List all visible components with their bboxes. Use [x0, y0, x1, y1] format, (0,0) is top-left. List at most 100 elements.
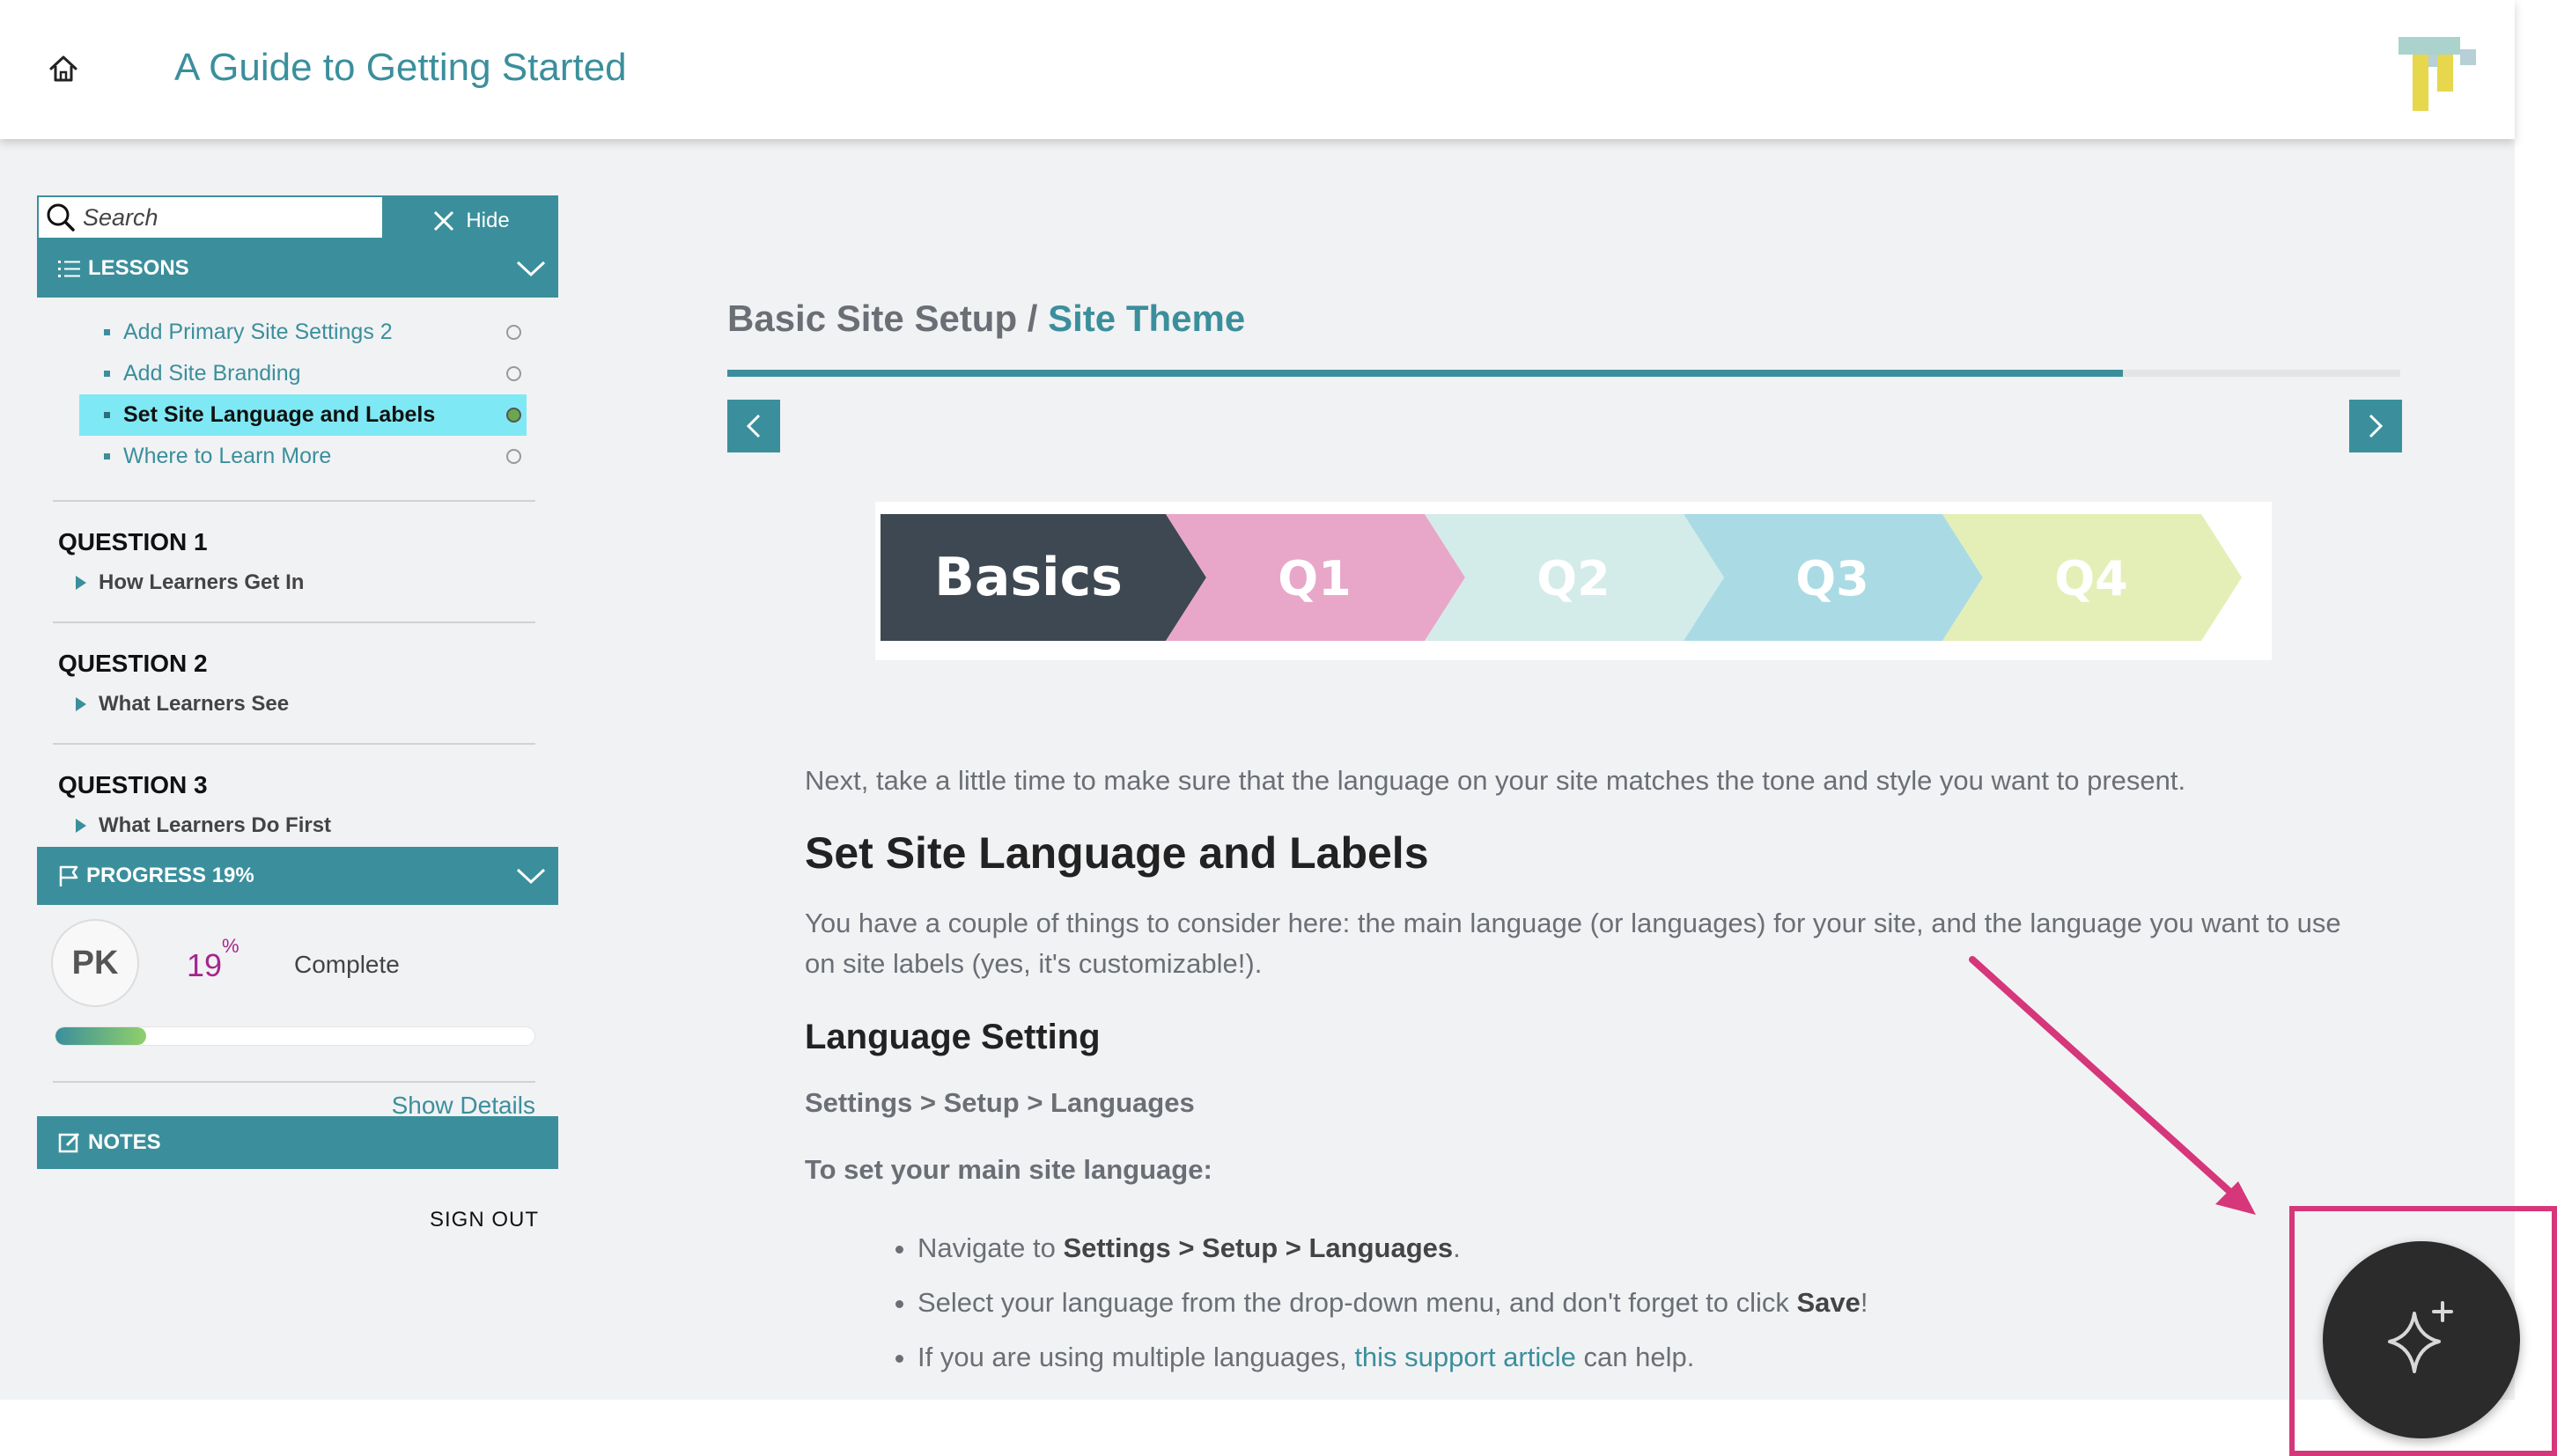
chevron-left-icon	[746, 414, 761, 438]
step-text: Select your language from the drop-down …	[917, 1287, 1797, 1318]
step-bold: Settings > Setup > Languages	[1063, 1232, 1454, 1263]
breadcrumb-current: Site Theme	[1048, 298, 1246, 339]
step-text: .	[1453, 1232, 1461, 1263]
intro-text: Next, take a little time to make sure th…	[805, 765, 2186, 796]
chevron-down-icon	[516, 261, 546, 277]
question-item-label: How Learners Get In	[99, 570, 305, 594]
search-row: Hide	[37, 195, 558, 239]
triangle-right-icon	[76, 576, 86, 590]
step-bold: Save	[1796, 1287, 1861, 1318]
search-box	[37, 195, 384, 239]
next-button[interactable]	[2349, 400, 2402, 452]
progress-bar	[55, 1026, 535, 1046]
divider	[53, 621, 535, 623]
lesson-item[interactable]: Where to Learn More	[79, 436, 527, 477]
sidebar: Hide LESSONS Add Primary Site Settings 2	[37, 195, 558, 1232]
banner-label: Q1	[1278, 551, 1351, 607]
support-article-link[interactable]: this support article	[1354, 1342, 1576, 1372]
top-bar: A Guide to Getting Started	[0, 0, 2515, 139]
notes-label: NOTES	[88, 1130, 161, 1154]
question-title: QUESTION 2	[58, 650, 208, 677]
status-circle-icon	[506, 366, 521, 381]
search-input[interactable]	[83, 203, 365, 232]
list-icon	[58, 261, 80, 277]
bullet-icon	[104, 329, 110, 335]
bullet-icon	[104, 412, 110, 418]
lessons-header[interactable]: LESSONS	[37, 239, 558, 298]
question-2-block: QUESTION 2 What Learners See	[37, 650, 558, 717]
question-1-block: QUESTION 1 How Learners Get In	[37, 528, 558, 595]
question-title: QUESTION 3	[58, 771, 208, 798]
status-circle-icon	[506, 449, 521, 464]
banner-segment-basics: Basics	[881, 514, 1206, 641]
lesson-heading: Set Site Language and Labels	[805, 828, 1429, 878]
divider	[53, 500, 535, 502]
page-margin-right	[2515, 0, 2557, 1400]
breadcrumb-parent: Basic Site Setup /	[727, 298, 1049, 339]
hide-sidebar-button[interactable]: Hide	[384, 195, 558, 239]
banner-segment-q3: Q3	[1684, 514, 1983, 641]
course-path-banner: Basics Q1 Q2 Q3 Q4	[875, 502, 2272, 660]
lesson-label: Set Site Language and Labels	[123, 402, 436, 427]
step-text: !	[1860, 1287, 1868, 1318]
lesson-item[interactable]: Add Primary Site Settings 2	[79, 312, 527, 353]
divider	[53, 1081, 535, 1083]
question-item[interactable]: How Learners Get In	[76, 570, 558, 595]
triangle-right-icon	[76, 819, 86, 833]
banner-segment-q1: Q1	[1166, 514, 1465, 641]
status-circle-icon	[506, 408, 521, 423]
progress-header[interactable]: PROGRESS 19%	[37, 847, 558, 905]
triangle-right-icon	[76, 697, 86, 711]
question-title: QUESTION 1	[58, 528, 208, 555]
lesson-item-active[interactable]: Set Site Language and Labels	[79, 394, 527, 436]
progress-label: PROGRESS 19%	[86, 864, 254, 887]
progress-percent-unit: %	[222, 935, 239, 957]
edit-icon	[58, 1132, 80, 1153]
lesson-label: Add Site Branding	[123, 361, 301, 386]
steps-list: Navigate to Settings > Setup > Languages…	[917, 1221, 2354, 1385]
page-margin-bottom	[0, 1400, 2557, 1456]
banner-label: Q3	[1795, 551, 1868, 607]
hide-label: Hide	[466, 209, 510, 232]
flag-icon	[59, 865, 78, 886]
step-text: If you are using multiple languages,	[917, 1342, 1355, 1372]
course-path-graphic: Basics Q1 Q2 Q3 Q4	[881, 514, 2242, 641]
step-text: can help.	[1575, 1342, 1695, 1372]
home-icon[interactable]	[48, 55, 79, 83]
step-text: Navigate to	[917, 1232, 1064, 1263]
progress-bar-fill	[55, 1027, 147, 1045]
lesson-item[interactable]: Add Site Branding	[79, 353, 527, 394]
question-item[interactable]: What Learners Do First	[76, 813, 558, 838]
status-circle-icon	[506, 325, 521, 340]
notes-header[interactable]: NOTES	[37, 1116, 558, 1169]
banner-label: Q2	[1536, 551, 1610, 607]
question-item-label: What Learners Do First	[99, 813, 332, 837]
lesson-progress-bar	[727, 370, 2400, 377]
breadcrumb: Basic Site Setup / Site Theme	[727, 298, 1245, 340]
ai-assistant-button[interactable]	[2323, 1241, 2520, 1438]
banner-label: Basics	[934, 547, 1123, 608]
lesson-progress-fill	[727, 370, 2123, 377]
bullet-icon	[104, 453, 110, 460]
divider	[53, 743, 535, 745]
brand-logo	[2395, 35, 2483, 114]
lesson-label: Where to Learn More	[123, 444, 332, 468]
question-item[interactable]: What Learners See	[76, 692, 558, 717]
avatar: PK	[51, 919, 139, 1007]
sparkle-icon	[2388, 1301, 2453, 1373]
previous-button[interactable]	[727, 400, 780, 452]
sign-out-link[interactable]: SIGN OUT	[37, 1208, 558, 1232]
chevron-right-icon	[2369, 414, 2384, 438]
progress-percent-value: 19	[187, 947, 223, 983]
search-icon	[47, 203, 75, 232]
annotation-arrow	[1969, 956, 2256, 1215]
list-item: Select your language from the drop-down …	[917, 1276, 2354, 1330]
lesson-label: Add Primary Site Settings 2	[123, 320, 393, 344]
progress-panel: PK 19% Complete Show Details	[37, 905, 558, 1119]
banner-label: Q4	[2054, 551, 2127, 607]
course-title: A Guide to Getting Started	[174, 46, 627, 89]
show-details-link[interactable]: Show Details	[392, 1092, 535, 1120]
list-item: If you are using multiple languages, thi…	[917, 1330, 2354, 1385]
lesson-list: Add Primary Site Settings 2 Add Site Bra…	[37, 298, 558, 477]
question-item-label: What Learners See	[99, 692, 290, 716]
